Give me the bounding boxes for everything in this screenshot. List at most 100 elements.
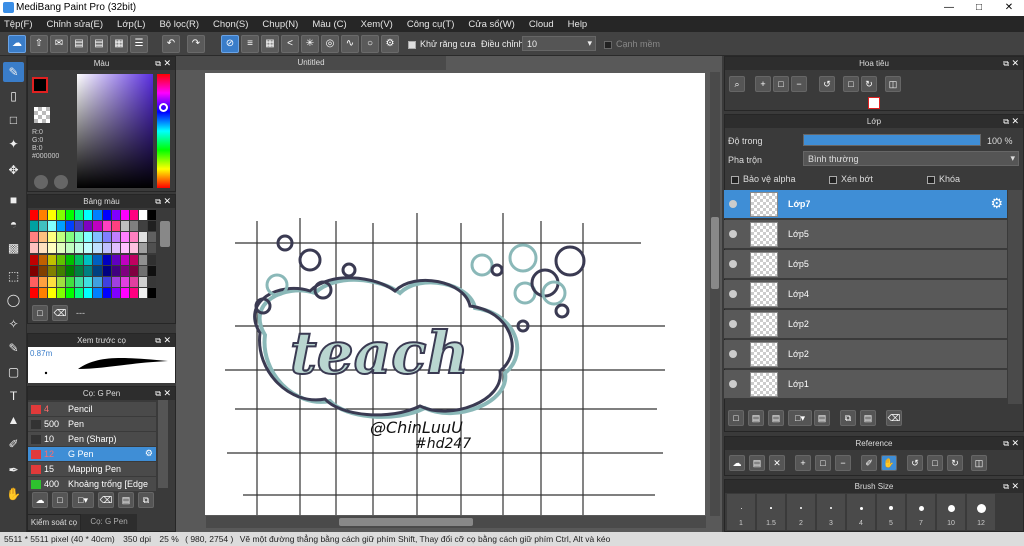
palette-swatch[interactable]: [84, 232, 93, 243]
bucket-tool-icon[interactable]: ◓: [3, 214, 24, 234]
palette-swatch[interactable]: [48, 210, 57, 220]
palette-swatch[interactable]: [39, 287, 48, 298]
magic-wand-icon[interactable]: ✧: [3, 314, 24, 334]
document-icon[interactable]: ▤: [90, 35, 108, 53]
select-eraser-icon[interactable]: ▢: [3, 362, 24, 382]
palette-swatch[interactable]: [30, 287, 39, 298]
palette-swatch[interactable]: [129, 221, 138, 232]
brush-size-option[interactable]: 10: [937, 494, 965, 530]
protect-alpha-checkbox[interactable]: Bảo vệ alpha: [731, 174, 796, 184]
undock-icon[interactable]: ⧉: [1003, 480, 1009, 493]
palette-swatch[interactable]: [120, 232, 129, 243]
palette-swatch[interactable]: [75, 221, 84, 232]
palette-swatch[interactable]: [39, 254, 48, 265]
palette-swatch[interactable]: [48, 232, 57, 243]
palette-swatch[interactable]: [48, 276, 57, 287]
layer-item[interactable]: Lớp2: [724, 310, 1007, 339]
ellipse-snap-icon[interactable]: ○: [361, 35, 379, 53]
palette-swatch[interactable]: [75, 276, 84, 287]
brush-list-item[interactable]: 15 Mapping Pen: [28, 462, 156, 477]
palette-swatch[interactable]: [48, 221, 57, 232]
palette-swatch[interactable]: [39, 265, 48, 276]
brush-size-option[interactable]: 3: [817, 494, 845, 530]
cloud-icon[interactable]: ☁: [8, 35, 26, 53]
palette-swatch[interactable]: [93, 243, 102, 254]
palette-swatch[interactable]: [93, 232, 102, 243]
palette-swatch[interactable]: [138, 287, 147, 298]
palette-swatch[interactable]: [84, 287, 93, 298]
close-icon[interactable]: ✕: [1011, 437, 1019, 450]
palette-swatch[interactable]: [39, 221, 48, 232]
menu-file[interactable]: Tệp(F): [4, 19, 33, 30]
palette-swatch[interactable]: [111, 276, 120, 287]
palette-swatch[interactable]: [57, 243, 66, 254]
palette-swatch[interactable]: [30, 221, 39, 232]
palette-swatch[interactable]: [57, 265, 66, 276]
zoom-in-icon[interactable]: +: [755, 76, 771, 92]
duplicate-layer-icon[interactable]: ⧉: [840, 410, 856, 426]
divide-tool-icon[interactable]: ▲: [3, 410, 24, 430]
rotate-reset-icon[interactable]: □: [843, 76, 859, 92]
palette-swatch[interactable]: [84, 221, 93, 232]
palette-swatch[interactable]: [48, 254, 57, 265]
palette-swatch[interactable]: [66, 276, 75, 287]
menu-tools[interactable]: Công cụ(T): [407, 19, 455, 30]
shape-fill-icon[interactable]: ■: [3, 190, 24, 210]
palette-swatch[interactable]: [75, 287, 84, 298]
brush-size-option[interactable]: 7: [907, 494, 935, 530]
palette-swatch[interactable]: [129, 210, 138, 220]
horizontal-scrollbar[interactable]: [206, 516, 706, 528]
undock-icon[interactable]: ⧉: [155, 387, 161, 400]
new-8bit-layer-icon[interactable]: ▤: [768, 410, 784, 426]
palette-swatch[interactable]: [120, 254, 129, 265]
close-icon[interactable]: ✕: [1011, 480, 1019, 493]
comment-icon[interactable]: ✉: [50, 35, 68, 53]
visibility-eye-icon[interactable]: [729, 320, 737, 328]
palette-swatch[interactable]: [57, 287, 66, 298]
curve-snap-icon[interactable]: ∿: [341, 35, 359, 53]
transparent-color-swatch[interactable]: [34, 107, 50, 123]
ref-flip-icon[interactable]: ◫: [971, 455, 987, 471]
antialias-checkbox[interactable]: Khử răng cưa: [408, 39, 476, 49]
eyedropper-icon[interactable]: ✐: [3, 434, 24, 454]
delete-palette-icon[interactable]: ⌫: [52, 305, 68, 321]
brush-delete-icon[interactable]: ⌫: [98, 492, 114, 508]
palette-swatch[interactable]: [93, 210, 102, 220]
add-palette-icon[interactable]: □: [32, 305, 48, 321]
ref-cloud-icon[interactable]: ☁: [729, 455, 745, 471]
palette-swatch[interactable]: [66, 210, 75, 220]
fit-icon[interactable]: □: [773, 76, 789, 92]
menu-filter[interactable]: Bộ lọc(R): [159, 19, 199, 30]
palette-swatch[interactable]: [147, 232, 156, 243]
parallel-snap-icon[interactable]: ≡: [241, 35, 259, 53]
rotate-right-icon[interactable]: ↻: [861, 76, 877, 92]
palette-swatch[interactable]: [30, 210, 39, 220]
grid-doc-icon[interactable]: ▦: [110, 35, 128, 53]
palette-swatch[interactable]: [129, 287, 138, 298]
palette-swatch[interactable]: [138, 276, 147, 287]
palette-swatch[interactable]: [84, 276, 93, 287]
palette-swatch[interactable]: [147, 243, 156, 254]
palette-swatch[interactable]: [120, 276, 129, 287]
palette-swatch[interactable]: [30, 276, 39, 287]
palette-swatch[interactable]: [39, 232, 48, 243]
share-icon[interactable]: ⇧: [30, 35, 48, 53]
palette-swatch[interactable]: [138, 221, 147, 232]
close-icon[interactable]: ✕: [163, 334, 171, 347]
palette-swatch[interactable]: [111, 232, 120, 243]
vertical-scroll-thumb[interactable]: [711, 217, 719, 289]
palette-swatch[interactable]: [66, 243, 75, 254]
adjust-select[interactable]: 10 ▾: [522, 36, 596, 51]
palette-swatch[interactable]: [30, 265, 39, 276]
layer-item[interactable]: Lớp5: [724, 250, 1007, 279]
palette-swatch[interactable]: [147, 254, 156, 265]
layer-folder-icon[interactable]: ▤: [814, 410, 830, 426]
palette-swatch[interactable]: [75, 265, 84, 276]
hue-slider[interactable]: [157, 74, 170, 188]
undock-icon[interactable]: ⧉: [155, 195, 161, 208]
rectangle-tool-icon[interactable]: □: [3, 110, 24, 130]
palette-swatch[interactable]: [66, 232, 75, 243]
palette-swatch[interactable]: [138, 265, 147, 276]
palette-swatch[interactable]: [75, 232, 84, 243]
color-saturation-box[interactable]: [77, 74, 153, 188]
